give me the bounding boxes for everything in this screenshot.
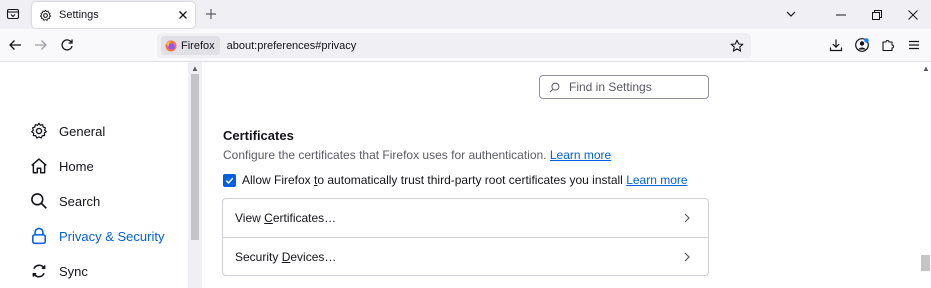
reload-button[interactable] xyxy=(56,34,78,56)
hamburger-menu-icon xyxy=(909,40,919,50)
access-key: C xyxy=(264,211,273,225)
close-icon xyxy=(908,9,918,20)
label-part: Security xyxy=(235,250,282,264)
extensions-button[interactable] xyxy=(875,34,901,56)
scrollbar-thumb[interactable] xyxy=(191,74,199,240)
gear-icon xyxy=(30,122,48,140)
preferences-page: General Home Search Privacy & Security S… xyxy=(0,62,931,288)
sidebar-item-label: Search xyxy=(59,193,101,209)
sidebar-item-general[interactable]: General xyxy=(30,119,105,143)
close-icon xyxy=(179,11,187,19)
toolbar-right xyxy=(823,34,927,56)
identity-label: Firefox xyxy=(181,39,215,52)
back-button[interactable] xyxy=(4,34,26,56)
search-icon xyxy=(549,82,560,92)
plus-icon xyxy=(206,9,216,19)
tab-list-button[interactable] xyxy=(2,3,24,25)
scrollbar-thumb[interactable] xyxy=(921,255,930,271)
restore-button[interactable] xyxy=(859,0,895,29)
tab-label: Settings xyxy=(59,9,99,21)
url-text[interactable]: about:preferences#privacy xyxy=(227,40,726,52)
checkmark-icon xyxy=(225,177,234,184)
chevron-right-icon xyxy=(680,211,694,225)
home-icon xyxy=(30,157,48,175)
trust-root-certs-checkbox[interactable] xyxy=(223,173,236,187)
account-icon xyxy=(855,38,869,52)
sidebar-item-label: Privacy & Security xyxy=(59,228,165,244)
puzzle-icon xyxy=(882,40,894,52)
downloads-button[interactable] xyxy=(823,34,849,56)
close-window-button[interactable] xyxy=(895,0,931,29)
label-part: View xyxy=(235,211,265,225)
chevron-right-icon xyxy=(680,250,694,264)
reload-icon xyxy=(61,39,73,51)
label-part: Allow Firefox xyxy=(242,173,315,187)
sidebar-scrollbar[interactable]: ▲ xyxy=(188,62,202,288)
minimize-icon xyxy=(836,14,846,15)
tab-close-button[interactable] xyxy=(173,5,193,25)
certificates-heading: Certificates xyxy=(223,128,294,143)
gear-icon xyxy=(39,9,52,21)
star-icon xyxy=(730,39,744,52)
label-part: ertificates… xyxy=(272,211,337,225)
bookmark-star-button[interactable] xyxy=(726,35,748,57)
description-text: Configure the certificates that Firefox … xyxy=(223,148,547,162)
download-icon xyxy=(829,39,843,52)
security-devices-button[interactable]: Security Devices… xyxy=(223,238,708,276)
view-certificates-button[interactable]: View Certificates… xyxy=(223,199,708,237)
find-in-settings-input[interactable] xyxy=(569,80,699,94)
certificates-description: Configure the certificates that Firefox … xyxy=(223,148,611,162)
label-part: evices… xyxy=(290,250,337,264)
forward-button[interactable] xyxy=(30,34,52,56)
sidebar-item-search[interactable]: Search xyxy=(30,189,100,213)
firefox-logo-icon xyxy=(165,40,177,51)
account-button[interactable] xyxy=(849,34,875,56)
new-tab-button[interactable] xyxy=(200,3,222,25)
sidebar-item-privacy[interactable]: Privacy & Security xyxy=(30,224,164,248)
back-arrow-icon xyxy=(9,40,21,50)
main-scrollbar[interactable]: ▲ xyxy=(920,62,931,288)
trust-root-certs-option[interactable]: Allow Firefox to automatically trust thi… xyxy=(223,173,688,187)
sidebar-item-label: Sync xyxy=(59,263,88,279)
list-all-tabs-button[interactable] xyxy=(780,3,802,25)
identity-box[interactable]: Firefox xyxy=(161,36,220,55)
chevron-down-icon xyxy=(786,11,796,17)
window-controls xyxy=(823,0,931,29)
sidebar-item-home[interactable]: Home xyxy=(30,154,94,178)
tab-settings[interactable]: Settings xyxy=(32,2,195,28)
scroll-up-arrow-icon[interactable]: ▲ xyxy=(191,64,199,73)
tab-strip: Settings xyxy=(0,0,931,29)
sidebar-item-label: Home xyxy=(59,158,94,174)
forward-arrow-icon xyxy=(35,40,47,50)
certificate-actions-box: View Certificates… Security Devices… xyxy=(222,198,709,276)
minimize-button[interactable] xyxy=(823,0,859,29)
tab-list-icon xyxy=(6,8,20,20)
learn-more-link-2[interactable]: Learn more xyxy=(626,173,687,187)
security-devices-label: Security Devices… xyxy=(235,250,336,264)
restore-icon xyxy=(872,9,882,20)
trust-root-certs-label: Allow Firefox to automatically trust thi… xyxy=(242,173,623,187)
view-certificates-label: View Certificates… xyxy=(235,211,336,225)
app-menu-button[interactable] xyxy=(901,34,927,56)
categories-sidebar: General Home Search Privacy & Security S… xyxy=(0,62,188,288)
search-icon xyxy=(30,192,48,210)
sidebar-item-sync[interactable]: Sync xyxy=(30,259,88,283)
learn-more-link[interactable]: Learn more xyxy=(550,148,611,162)
label-part: o automatically trust third-party root c… xyxy=(317,173,623,187)
sidebar-item-label: General xyxy=(59,123,106,139)
navigation-toolbar: Firefox about:preferences#privacy xyxy=(0,29,931,62)
find-in-settings-box[interactable] xyxy=(539,75,709,99)
lock-icon xyxy=(30,227,48,245)
address-bar[interactable]: Firefox about:preferences#privacy xyxy=(157,33,751,58)
scroll-up-arrow-icon[interactable]: ▲ xyxy=(922,64,930,73)
sync-icon xyxy=(30,262,48,280)
